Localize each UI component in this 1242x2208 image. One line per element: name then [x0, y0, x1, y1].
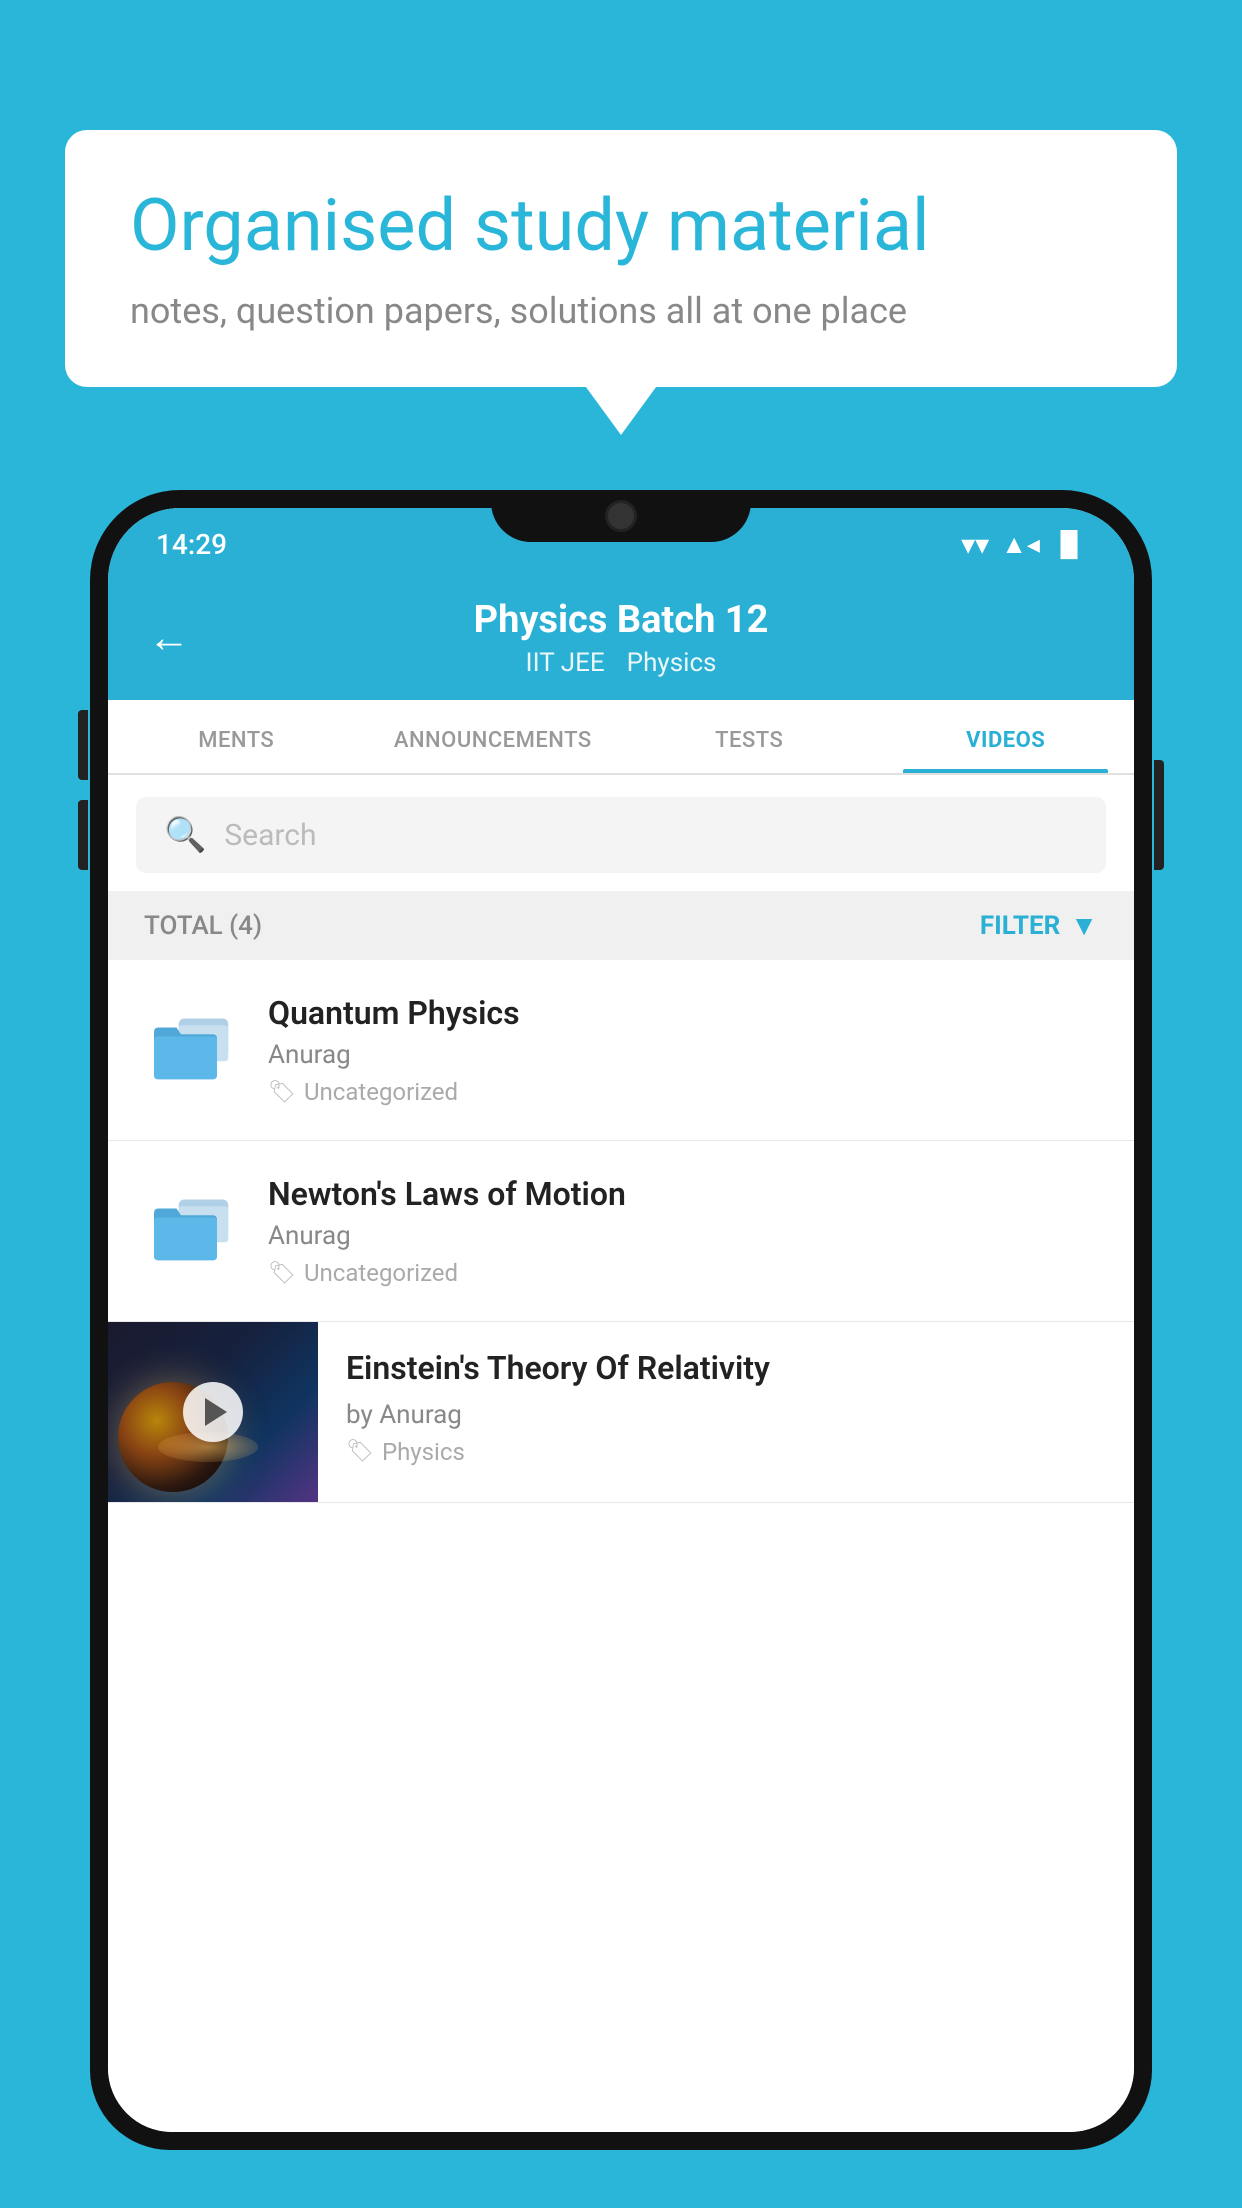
folder-icon-container-2	[140, 1176, 240, 1286]
battery-icon: ▐▌	[1052, 530, 1086, 559]
tag-icon-1: 🏷	[268, 1080, 296, 1105]
list-item[interactable]: Quantum Physics Anurag 🏷 Uncategorized	[108, 960, 1134, 1141]
search-icon: 🔍	[164, 815, 206, 855]
search-bar[interactable]: 🔍 Search	[136, 797, 1106, 873]
tag-label-3: Physics	[382, 1438, 465, 1466]
video-title-3: Einstein's Theory Of Relativity	[346, 1348, 1106, 1390]
search-container: 🔍 Search	[108, 775, 1134, 891]
filter-bar: TOTAL (4) FILTER ▼	[108, 891, 1134, 960]
tab-videos[interactable]: VIDEOS	[878, 700, 1135, 773]
video-info-3: Einstein's Theory Of Relativity by Anura…	[318, 1322, 1134, 1492]
total-label: TOTAL (4)	[144, 911, 262, 941]
filter-button[interactable]: FILTER ▼	[980, 909, 1098, 942]
subtitle-iit: IIT JEE	[526, 648, 605, 678]
signal-icon: ▲◂	[1001, 529, 1040, 560]
video-author-2: Anurag	[268, 1221, 1102, 1251]
video-tag-3: 🏷 Physics	[346, 1438, 1106, 1466]
speech-bubble-container: Organised study material notes, question…	[65, 130, 1177, 387]
tab-tests[interactable]: TESTS	[621, 700, 878, 773]
side-btn-vol-up	[78, 710, 88, 780]
folder-icon-container	[140, 995, 240, 1105]
speech-bubble: Organised study material notes, question…	[65, 130, 1177, 387]
phone-notch	[491, 490, 751, 542]
video-list: Quantum Physics Anurag 🏷 Uncategorized	[108, 960, 1134, 2132]
back-button[interactable]: ←	[148, 614, 190, 663]
wifi-icon: ▾▾	[961, 528, 989, 561]
phone-mockup: 14:29 ▾▾ ▲◂ ▐▌ ← Physics Batch 12 IIT JE…	[90, 490, 1152, 2208]
status-time: 14:29	[156, 528, 227, 561]
tag-icon-2: 🏷	[268, 1261, 296, 1286]
tag-label-2: Uncategorized	[304, 1259, 458, 1287]
folder-icon-2	[145, 1186, 235, 1276]
bubble-title: Organised study material	[130, 185, 1112, 268]
video-tag-1: 🏷 Uncategorized	[268, 1078, 1102, 1106]
video-author-3: by Anurag	[346, 1400, 1106, 1430]
phone-screen: 14:29 ▾▾ ▲◂ ▐▌ ← Physics Batch 12 IIT JE…	[108, 508, 1134, 2132]
status-icons: ▾▾ ▲◂ ▐▌	[961, 528, 1086, 561]
video-info-2: Newton's Laws of Motion Anurag 🏷 Uncateg…	[268, 1175, 1102, 1287]
tab-announcements[interactable]: ANNOUNCEMENTS	[365, 700, 622, 773]
filter-funnel-icon: ▼	[1070, 909, 1098, 942]
search-placeholder: Search	[224, 818, 316, 853]
video-title-2: Newton's Laws of Motion	[268, 1175, 1102, 1213]
tab-ments[interactable]: MENTS	[108, 700, 365, 773]
phone-outer: 14:29 ▾▾ ▲◂ ▐▌ ← Physics Batch 12 IIT JE…	[90, 490, 1152, 2150]
header-title: Physics Batch 12	[474, 598, 769, 642]
video-thumbnail	[108, 1322, 318, 1502]
folder-icon	[145, 1005, 235, 1095]
side-btn-vol-down	[78, 800, 88, 870]
tabs-bar: MENTS ANNOUNCEMENTS TESTS VIDEOS	[108, 700, 1134, 775]
side-btn-power	[1154, 760, 1164, 870]
bubble-subtitle: notes, question papers, solutions all at…	[130, 290, 1112, 332]
subtitle-physics: Physics	[627, 648, 717, 678]
video-tag-2: 🏷 Uncategorized	[268, 1259, 1102, 1287]
video-author-1: Anurag	[268, 1040, 1102, 1070]
play-button[interactable]	[183, 1382, 243, 1442]
play-triangle-icon	[205, 1398, 227, 1426]
phone-camera	[605, 500, 637, 532]
header-subtitle: IIT JEE Physics	[526, 648, 717, 678]
list-item[interactable]: Einstein's Theory Of Relativity by Anura…	[108, 1322, 1134, 1503]
video-title-1: Quantum Physics	[268, 994, 1102, 1032]
tag-icon-3: 🏷	[346, 1439, 374, 1464]
video-info-1: Quantum Physics Anurag 🏷 Uncategorized	[268, 994, 1102, 1106]
filter-label: FILTER	[980, 911, 1060, 941]
list-item[interactable]: Newton's Laws of Motion Anurag 🏷 Uncateg…	[108, 1141, 1134, 1322]
app-header: ← Physics Batch 12 IIT JEE Physics	[108, 576, 1134, 700]
tag-label-1: Uncategorized	[304, 1078, 458, 1106]
